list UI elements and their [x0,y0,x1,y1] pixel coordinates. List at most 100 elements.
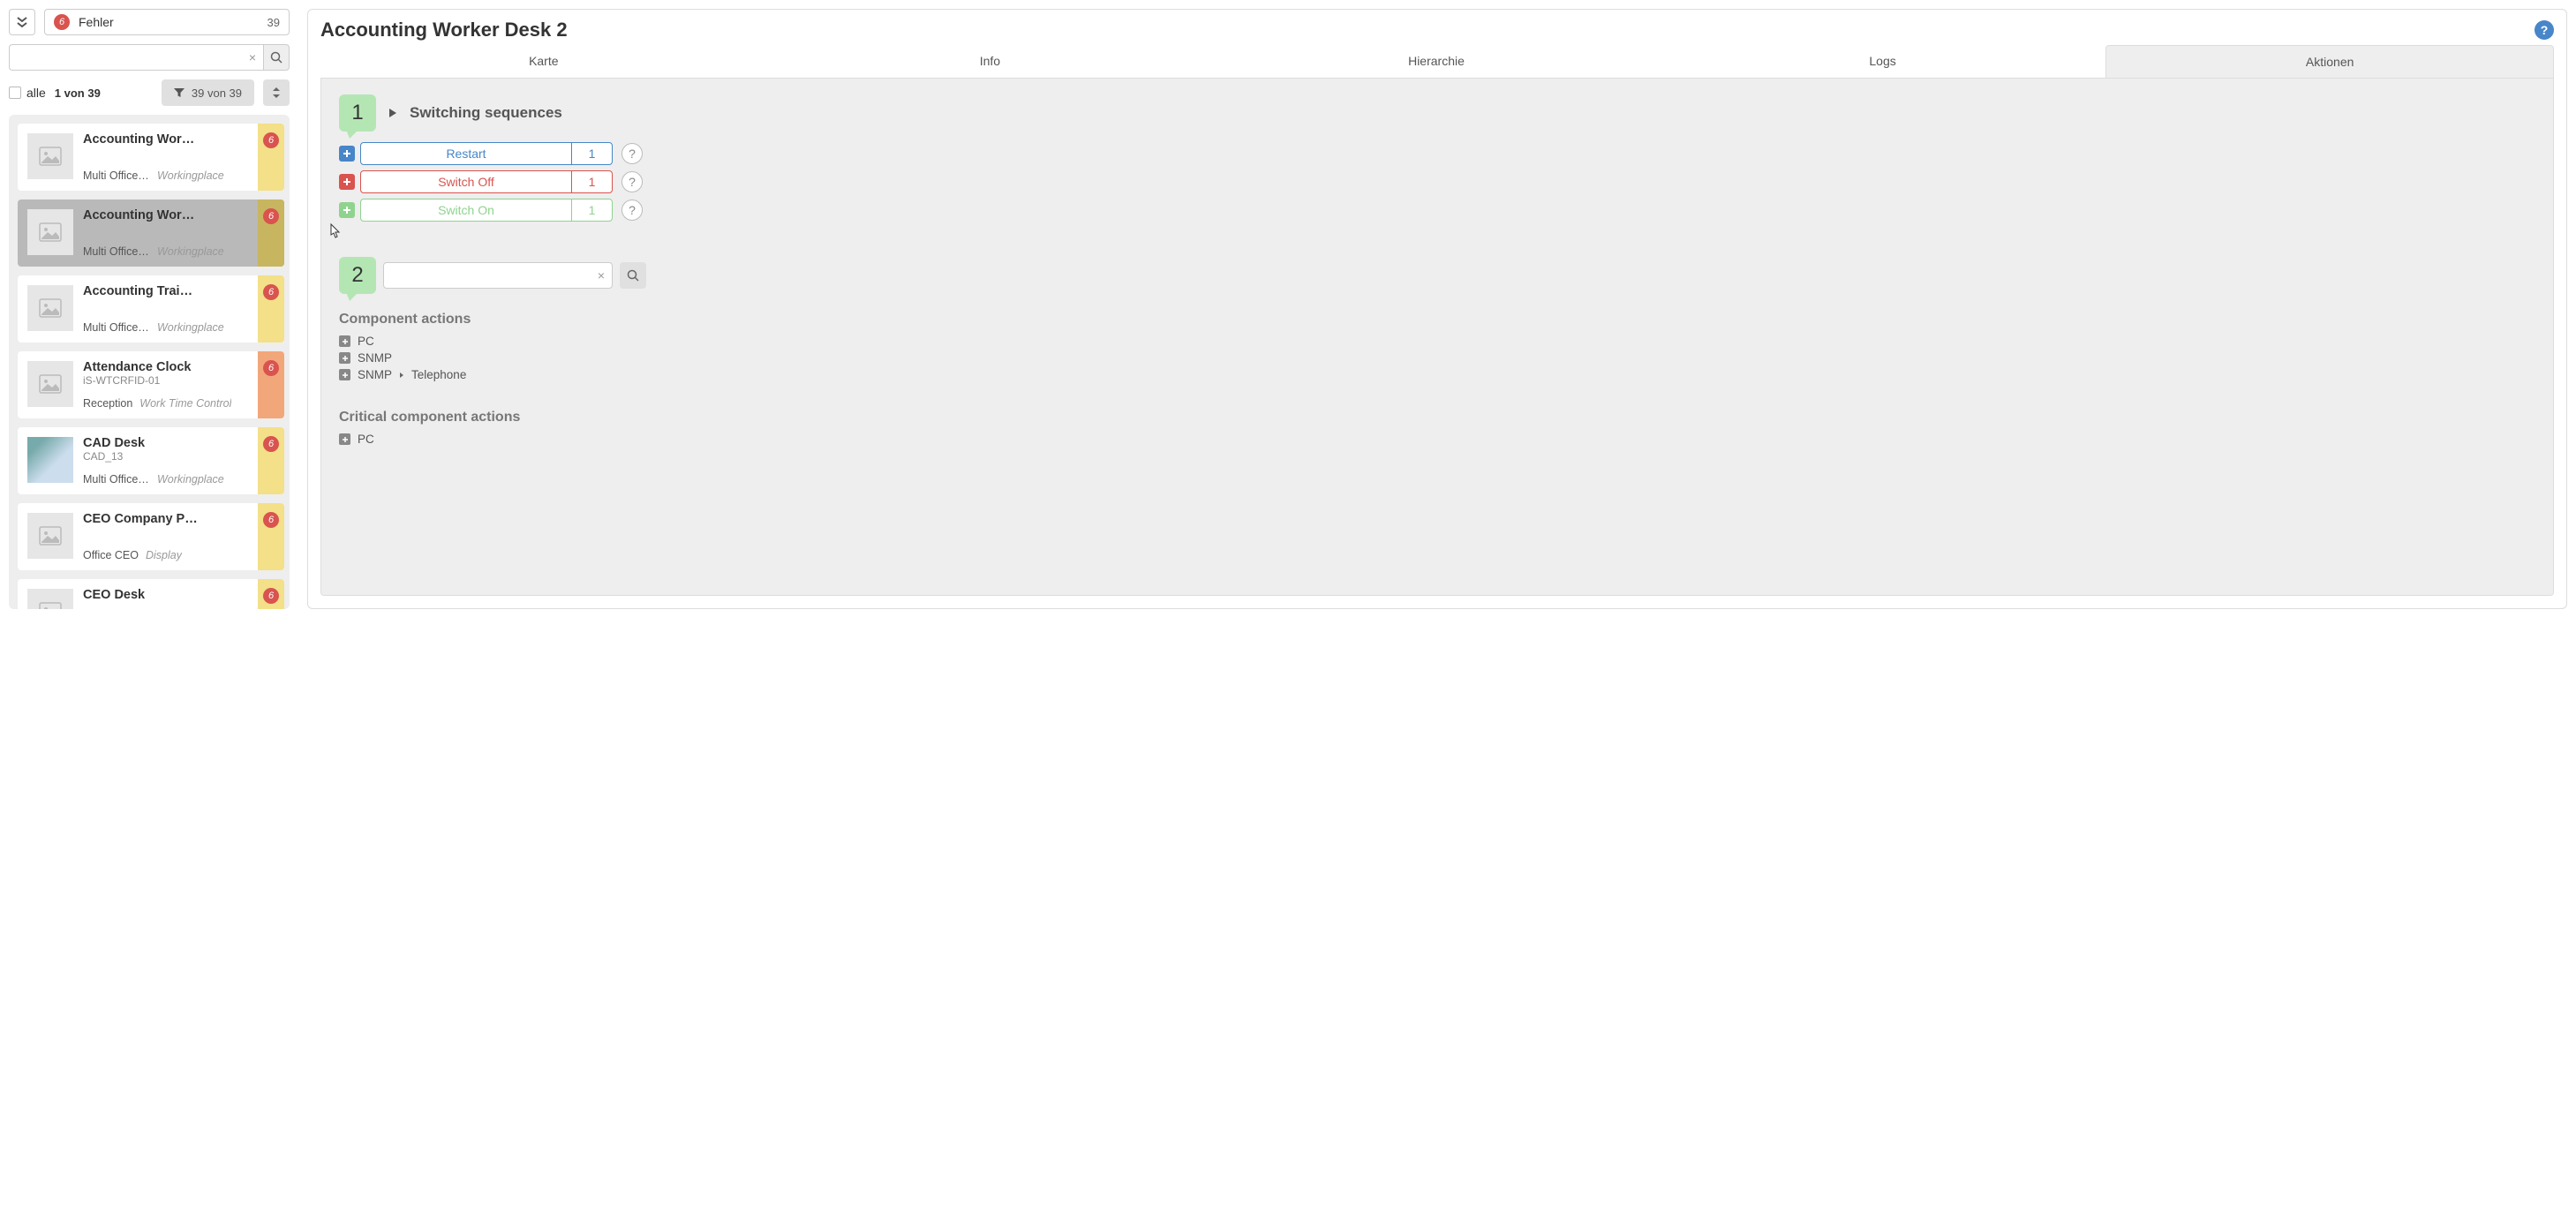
expand-button[interactable] [339,335,350,347]
help-button[interactable]: ? [2535,20,2554,40]
select-all-checkbox[interactable]: alle [9,86,46,100]
component-actions-title: Component actions [339,312,2535,327]
thumbnail [27,437,73,483]
action-button[interactable]: Switch Off1 [360,170,613,193]
placeholder-image-icon [39,526,62,546]
expand-button[interactable] [339,369,350,380]
action-button[interactable]: Switch On1 [360,199,613,222]
item-type: Display [146,549,182,561]
list-item[interactable]: Attendance ClockiS-WTCRFID-01ReceptionWo… [18,351,284,418]
action-button[interactable]: Restart1 [360,142,613,165]
thumbnail [27,361,73,407]
component-label: PC [358,433,374,446]
status-stripe: 6 [258,275,284,343]
list-search-wrap: × [9,44,263,71]
critical-actions-title: Critical component actions [339,410,2535,425]
plus-icon [342,372,349,379]
item-body: Accounting Trainees …Multi Office U…Work… [83,275,258,343]
sort-button[interactable] [263,79,290,106]
collapse-panel-button[interactable] [9,9,35,35]
callout-1: 1 [339,94,376,132]
tab-info[interactable]: Info [767,45,1214,78]
plus-icon [342,355,349,362]
expand-button[interactable] [339,433,350,445]
select-all-label: alle [26,86,46,100]
item-type: Workingplace [157,169,224,182]
tab-aktionen[interactable]: Aktionen [2105,45,2554,78]
item-type: Workingplace [157,473,224,486]
switching-sequences-title: Switching sequences [410,104,562,122]
status-badge: 6 [263,132,279,148]
device-list[interactable]: Accounting Worker … Multi Office U… Workin… [9,115,290,609]
item-body: Attendance ClockiS-WTCRFID-01ReceptionWo… [83,351,258,418]
expand-button[interactable] [339,352,350,364]
filter-button[interactable]: 39 von 39 [162,79,254,106]
add-action-button[interactable] [339,202,355,218]
action-help-button[interactable]: ? [621,171,643,192]
add-action-button[interactable] [339,146,355,162]
component-row[interactable]: PC [339,333,2535,350]
thumbnail [27,513,73,559]
list-item[interactable]: CEO Desk6 [18,579,284,609]
component-row[interactable]: SNMP [339,350,2535,366]
plus-icon [343,177,351,186]
component-label: SNMP [358,351,392,365]
list-item[interactable]: Accounting Worker …Multi Office U…Workin… [18,124,284,191]
clear-search-icon[interactable]: × [249,50,256,64]
item-title: CEO Desk [83,588,200,602]
item-title: Accounting Trainees … [83,284,200,298]
status-badge: 6 [263,512,279,528]
plus-icon [342,338,349,345]
item-location: Multi Office U… [83,321,150,334]
item-location: Multi Office U… [83,169,150,182]
component-label: SNMP [358,368,392,381]
component-search-input[interactable] [391,269,598,282]
plus-icon [342,436,349,443]
status-badge: 6 [263,284,279,300]
callout-2: 2 [339,257,376,294]
list-search-button[interactable] [263,44,290,71]
funnel-icon [174,87,185,98]
item-location: Multi Office G… [83,473,150,486]
list-search-input[interactable] [17,50,249,64]
thumbnail [27,133,73,179]
cursor-pointer-icon [327,222,343,242]
component-search-button[interactable] [620,262,646,289]
caret-right-icon [399,372,404,379]
component-search-clear-icon[interactable]: × [598,268,605,282]
list-item[interactable]: CEO Company Proce…Office CEODisplay6 [18,503,284,570]
tab-hierarchie[interactable]: Hierarchie [1213,45,1660,78]
category-badge: 6 [54,14,70,30]
action-row: Restart1? [339,142,2535,165]
thumbnail [27,589,73,609]
item-title: Attendance Clock [83,360,200,374]
list-item[interactable]: CAD DeskCAD_13Multi Office G…Workingplac… [18,427,284,494]
list-item[interactable]: Accounting Trainees …Multi Office U…Work… [18,275,284,343]
item-location: Reception [83,397,132,410]
placeholder-image-icon [39,222,62,242]
category-count: 39 [267,16,280,29]
search-icon [627,269,639,282]
item-type: Work Time Control [139,397,231,410]
section-disclose-button[interactable] [388,108,397,118]
tab-logs[interactable]: Logs [1660,45,2106,78]
action-help-button[interactable]: ? [621,143,643,164]
item-body: Accounting Worker … Multi Office U… Workin… [83,199,258,267]
item-type: Workingplace [157,245,224,258]
list-item[interactable]: Accounting Worker … Multi Office U… Workin… [18,199,284,267]
placeholder-image-icon [39,298,62,318]
item-title: Accounting Worker … [83,208,200,222]
action-label: Switch Off [361,171,571,192]
item-location: Multi Office U… [83,245,150,258]
pager-label: 1 von 39 [55,87,101,100]
action-help-button[interactable]: ? [621,199,643,221]
category-selector[interactable]: 6 Fehler 39 [44,9,290,35]
component-row[interactable]: SNMPTelephone [339,366,2535,383]
add-action-button[interactable] [339,174,355,190]
status-stripe: 6 [258,124,284,191]
chevrons-down-icon [16,16,28,28]
component-row[interactable]: PC [339,431,2535,448]
sort-icon [272,87,281,98]
placeholder-image-icon [39,602,62,609]
tab-karte[interactable]: Karte [320,45,767,78]
